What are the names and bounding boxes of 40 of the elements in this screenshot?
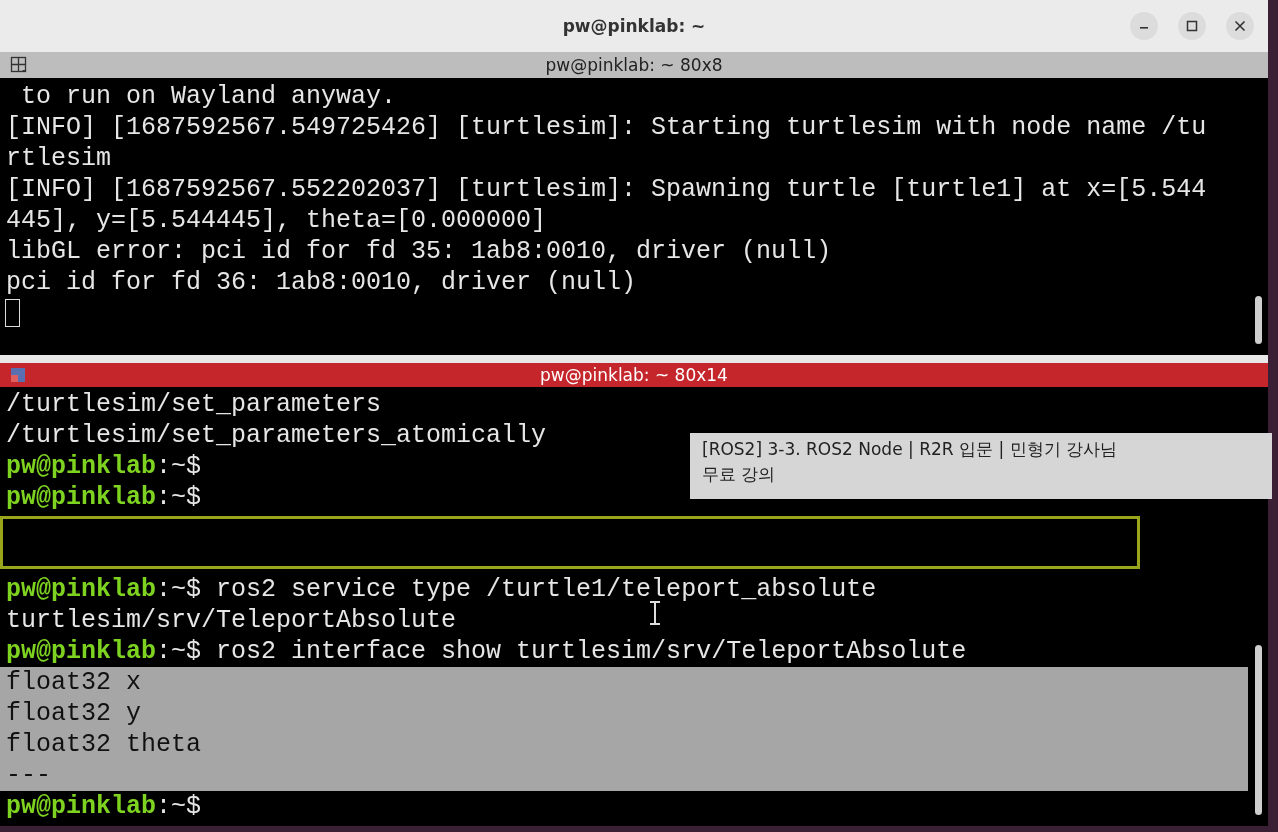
prompt-user: pw@pinklab [6, 791, 157, 822]
window-title: pw@pinklab: ~ [562, 16, 706, 36]
text-cursor-icon [648, 600, 662, 626]
output-line: /turtlesim/set_parameters [5, 389, 382, 420]
prompt-text: :~$ [156, 791, 202, 822]
close-icon [1234, 20, 1246, 32]
caption-text: [ROS2] 3-3. ROS2 Node | R2R 입문 | 민형기 강사님 [702, 438, 1118, 461]
pane-title: pw@pinklab: ~ 80x8 [545, 55, 723, 75]
output-line: [INFO] [1687592567.552202037] [turtlesim]: Spawning turtle [turtle1] at x=[5.544 [5, 174, 1207, 205]
output-line: pci id for fd 36: 1ab8:0010, driver (null) [5, 267, 637, 298]
caption-text: 무료 강의 [702, 463, 777, 486]
close-button[interactable] [1226, 12, 1254, 40]
output-line: /turtlesim/set_parameters_atomically [5, 420, 547, 451]
command-text: ros2 interface show turtlesim/srv/TeleportAbsolute [215, 636, 967, 667]
command-text: ros2 service type /turtle1/teleport_absolute [215, 574, 877, 605]
prompt-user: pw@pinklab [6, 636, 157, 667]
output-line: 445], y=[5.544445], theta=[0.000000] [5, 205, 547, 236]
output-line: rtlesim [5, 143, 112, 174]
minimize-icon [1140, 27, 1148, 29]
prompt-user: pw@pinklab [6, 574, 157, 605]
pane-menu-icon [10, 56, 28, 74]
prompt-user: pw@pinklab [6, 482, 157, 513]
text-cursor [5, 299, 20, 328]
pane-header[interactable]: pw@pinklab: ~ 80x8 [0, 52, 1268, 78]
scrollbar-thumb[interactable] [1255, 296, 1262, 344]
pane-title: pw@pinklab: ~ 80x14 [540, 365, 728, 385]
output-line: libGL error: pci id for fd 35: 1ab8:0010, driver (null) [5, 236, 832, 267]
output-line: to run on Wayland anyway. [20, 81, 397, 112]
maximize-button[interactable] [1178, 12, 1206, 40]
prompt-text: :~$ [156, 636, 202, 667]
scrollbar-thumb[interactable] [1255, 645, 1262, 815]
prompt-text: :~$ [156, 482, 202, 513]
prompt-user: pw@pinklab [6, 451, 157, 482]
pane-header[interactable]: pw@pinklab: ~ 80x14 [0, 363, 1268, 387]
pane-menu-icon [10, 367, 26, 383]
output-line: turtlesim/srv/TeleportAbsolute [5, 605, 457, 636]
output-line: [INFO] [1687592567.549725426] [turtlesim]: Starting turtlesim with node name /tu [5, 112, 1207, 143]
prompt-text: :~$ [156, 574, 202, 605]
prompt-text: :~$ [156, 451, 202, 482]
maximize-icon [1186, 20, 1198, 32]
